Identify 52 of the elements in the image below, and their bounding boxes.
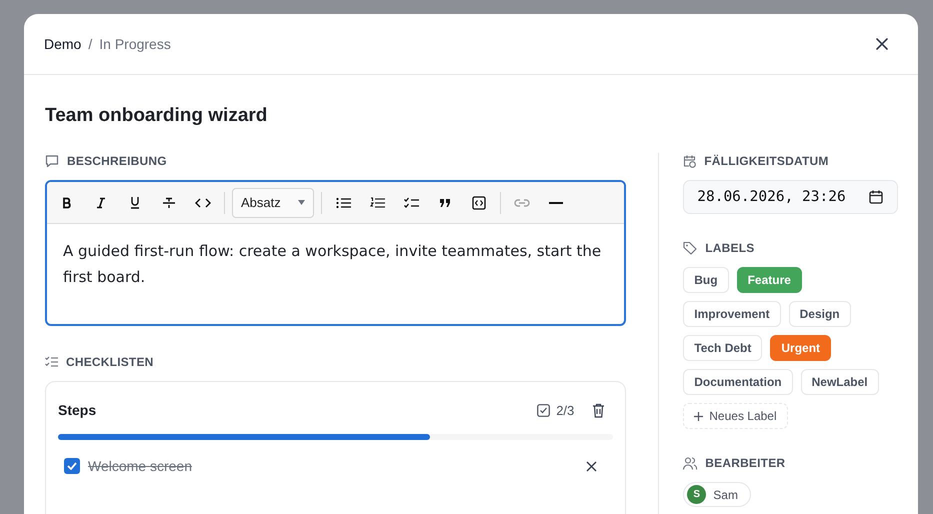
checklist-count: 2/3	[556, 402, 574, 418]
checklist-icon	[45, 356, 58, 368]
rich-text-editor[interactable]: Absatz A guided first-run flow: create a workspace, invite teammates, start the first board.	[45, 180, 626, 326]
trash-icon[interactable]	[592, 402, 606, 418]
link-icon	[514, 198, 530, 206]
task-title[interactable]: Team onboarding wizard	[45, 105, 898, 127]
new-label-button[interactable]: Neues Label	[683, 403, 788, 429]
bullet-list-icon	[336, 196, 350, 208]
italic-icon	[95, 196, 107, 208]
assignee-chip[interactable]: S Sam	[683, 482, 751, 507]
quote-icon	[439, 198, 451, 208]
description-text[interactable]: A guided first-run flow: create a workspace, invite teammates, start the first board.	[47, 224, 624, 304]
breadcrumb-separator: /	[88, 36, 92, 52]
comment-icon	[45, 154, 59, 168]
numbered-list-icon	[370, 196, 384, 208]
section-heading: LABELS	[705, 241, 754, 255]
calendar-icon[interactable]	[869, 190, 883, 204]
label-chip[interactable]: Improvement	[683, 301, 781, 327]
label-chip[interactable]: Bug	[683, 267, 729, 293]
code-icon	[195, 198, 211, 208]
task-list-icon	[404, 196, 418, 208]
assignee-name: Sam	[713, 488, 738, 502]
users-icon	[683, 456, 698, 470]
caret-icon	[298, 200, 305, 205]
checkbox-icon	[537, 404, 550, 416]
checklist-title[interactable]: Steps	[58, 402, 532, 418]
block-style-select[interactable]: Absatz	[232, 188, 314, 218]
calendar-clock-icon	[683, 154, 696, 168]
underline-icon	[129, 196, 141, 209]
plus-icon	[694, 412, 704, 420]
check-icon	[67, 462, 77, 470]
horizontal-rule-icon	[549, 202, 563, 204]
strikethrough-icon	[162, 196, 176, 208]
bold-icon	[61, 196, 73, 208]
tag-icon	[683, 241, 698, 255]
breadcrumb-project[interactable]: Demo	[44, 36, 82, 52]
checklist-item-text[interactable]: Welcome screen	[88, 458, 578, 474]
breadcrumb-status: In Progress	[99, 36, 171, 52]
close-icon[interactable]	[875, 37, 889, 51]
checkbox[interactable]	[64, 458, 80, 474]
label-chip[interactable]: Documentation	[683, 369, 793, 395]
section-heading: BESCHREIBUNG	[67, 154, 167, 168]
section-heading: BEARBEITER	[705, 456, 786, 470]
avatar: S	[687, 485, 706, 504]
date-time-field[interactable]: 28.06.2026, 23:26	[683, 180, 898, 214]
label-chip[interactable]: Tech Debt	[683, 335, 762, 361]
section-heading: CHECKLISTEN	[66, 355, 154, 369]
code-block-icon	[472, 196, 486, 210]
label-chip[interactable]: NewLabel	[800, 369, 879, 395]
remove-icon[interactable]	[586, 460, 598, 472]
section-heading: FÄLLIGKEITSDATUM	[704, 154, 829, 168]
label-chip[interactable]: Design	[788, 301, 851, 327]
